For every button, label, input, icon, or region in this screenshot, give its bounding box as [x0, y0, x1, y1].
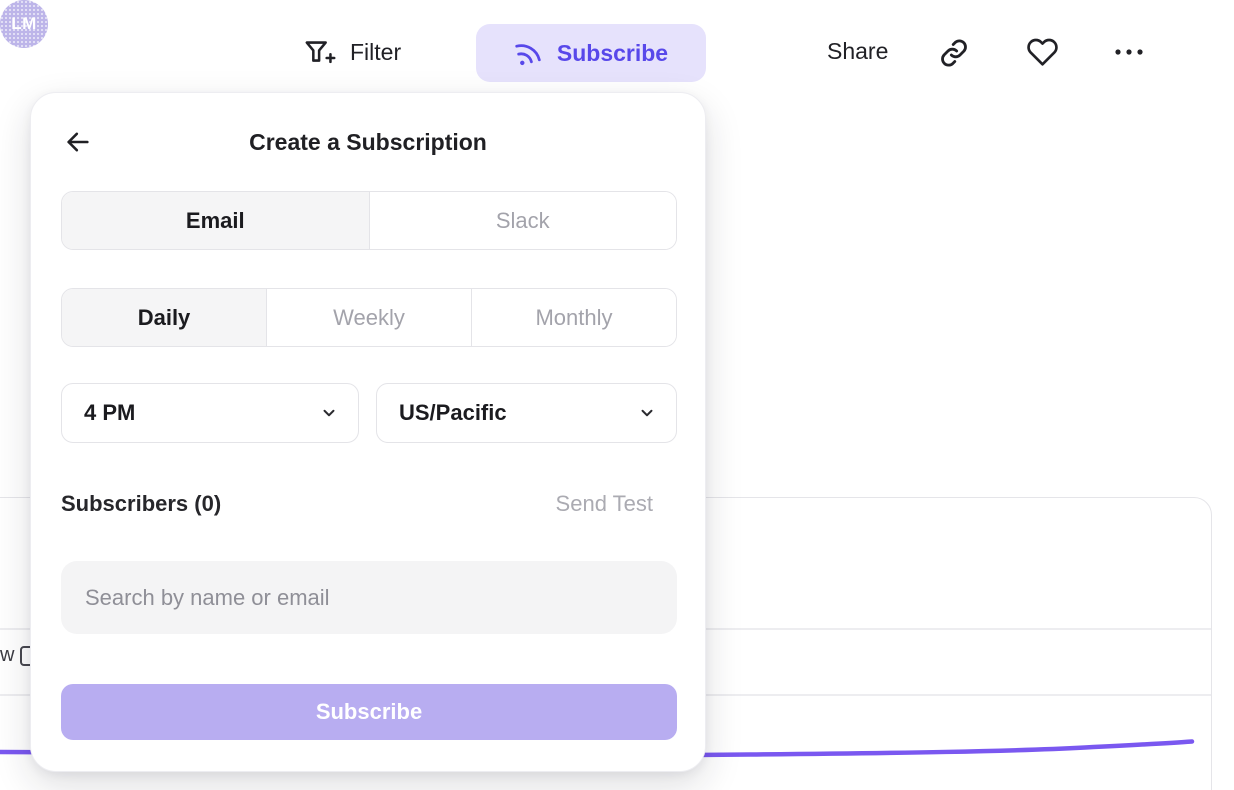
subscribe-toolbar-button[interactable]: Subscribe	[476, 24, 706, 82]
filter-button[interactable]: Filter	[303, 36, 401, 68]
heart-icon	[1026, 36, 1059, 68]
send-test-button[interactable]: Send Test	[556, 491, 653, 517]
tab-daily[interactable]: Daily	[62, 289, 266, 346]
channel-segmented-control: Email Slack	[61, 191, 677, 250]
chevron-down-icon	[638, 404, 656, 422]
avatar[interactable]: LM	[0, 0, 48, 48]
subscribe-submit-button[interactable]: Subscribe	[61, 684, 677, 740]
link-icon	[938, 37, 970, 69]
favorite-button[interactable]	[1026, 36, 1059, 68]
share-button[interactable]: Share	[827, 38, 888, 65]
subscribe-label: Subscribe	[557, 40, 668, 67]
back-button[interactable]	[62, 126, 94, 158]
filter-label: Filter	[350, 39, 401, 66]
ellipsis-icon	[1112, 44, 1146, 60]
timezone-select[interactable]: US/Pacific	[376, 383, 677, 443]
subscribers-row: Subscribers (0) Send Test	[61, 491, 677, 517]
time-select-value: 4 PM	[84, 400, 135, 426]
create-subscription-modal: Create a Subscription Email Slack Daily …	[30, 92, 706, 772]
time-select[interactable]: 4 PM	[61, 383, 359, 443]
share-label: Share	[827, 38, 888, 65]
modal-title: Create a Subscription	[31, 129, 705, 156]
subscriber-search-input[interactable]	[61, 561, 677, 634]
timezone-select-value: US/Pacific	[399, 400, 507, 426]
avatar-initials: LM	[11, 14, 37, 34]
rss-icon	[511, 36, 545, 70]
modal-header: Create a Subscription	[31, 119, 705, 165]
tab-email[interactable]: Email	[62, 192, 369, 249]
frequency-segmented-control: Daily Weekly Monthly	[61, 288, 677, 347]
arrow-left-icon	[64, 128, 92, 156]
subscribers-count-label: Subscribers (0)	[61, 491, 221, 517]
filter-plus-icon	[303, 36, 337, 68]
partial-text: w	[0, 644, 14, 667]
toolbar: Filter Subscribe LM Share	[0, 0, 1234, 104]
chevron-down-icon	[320, 404, 338, 422]
tab-monthly[interactable]: Monthly	[471, 289, 676, 346]
schedule-row: 4 PM US/Pacific	[61, 383, 677, 443]
more-menu-button[interactable]	[1112, 44, 1146, 60]
copy-link-button[interactable]	[938, 37, 970, 69]
tab-weekly[interactable]: Weekly	[266, 289, 471, 346]
tab-slack[interactable]: Slack	[369, 192, 677, 249]
